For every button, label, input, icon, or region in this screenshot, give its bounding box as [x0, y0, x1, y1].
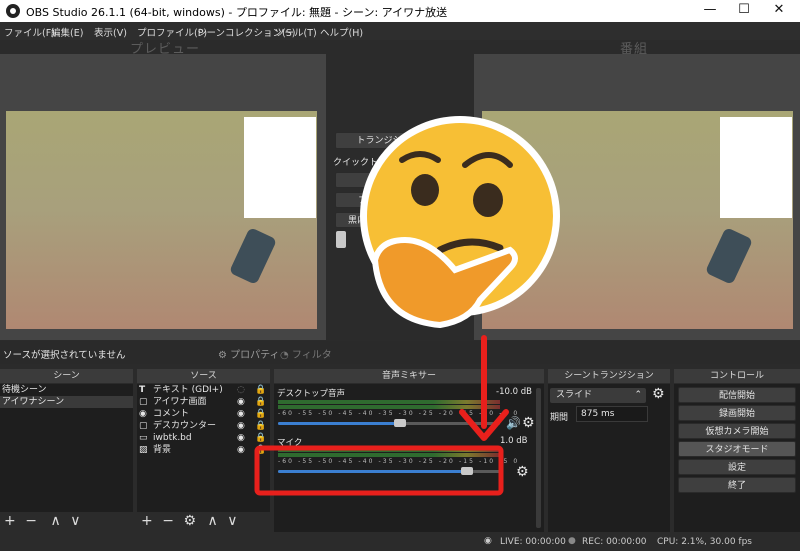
red-arrow	[459, 335, 509, 441]
highlight-box	[254, 445, 504, 496]
annotation-overlay	[254, 116, 560, 496]
thinking-face-icon	[360, 116, 560, 329]
